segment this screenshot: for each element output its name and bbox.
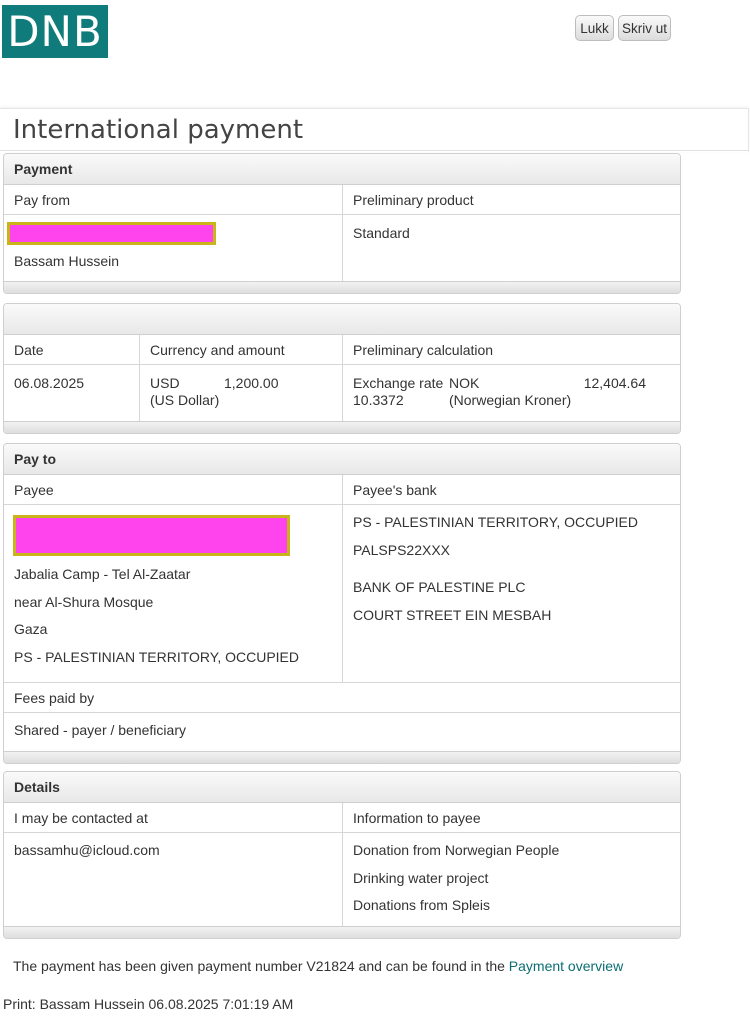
payees-bank-label: Payee's bank <box>342 475 680 504</box>
fees-paid-by-label: Fees paid by <box>14 689 95 706</box>
info-line: Drinking water project <box>353 869 489 886</box>
date-value: 06.08.2025 <box>14 375 85 391</box>
information-to-payee-value: Donation from Norwegian People Drinking … <box>342 833 680 926</box>
payee-label: Payee <box>14 481 54 498</box>
payee-address-line: near Al-Shura Mosque <box>14 593 154 610</box>
details-section: Details I may be contacted at Informatio… <box>3 771 681 939</box>
pay-to-section-header: Pay to <box>4 444 680 475</box>
contact-email: bassamhu@icloud.com <box>14 842 160 858</box>
contact-value: bassamhu@icloud.com <box>4 833 342 926</box>
preliminary-calculation-value: Exchange rate 10.3372 NOK 12,404.64 (Nor… <box>342 365 680 421</box>
payee-address-line: Gaza <box>14 621 48 637</box>
close-button[interactable]: Lukk <box>575 15 614 41</box>
payment-confirmation-message: The payment has been given payment numbe… <box>13 958 623 974</box>
pay-from-label: Pay from <box>14 191 71 208</box>
info-line: Donation from Norwegian People <box>353 842 560 858</box>
section-footer <box>4 751 680 763</box>
confirmation-text: The payment has been given payment numbe… <box>13 958 505 974</box>
information-to-payee-label: Information to payee <box>342 803 680 832</box>
bank-bic: PALSPS22XXX <box>353 541 451 558</box>
section-footer <box>4 281 680 293</box>
info-line: Donations from Spleis <box>353 897 490 913</box>
target-currency: NOK <box>449 375 480 391</box>
exchange-rate-label: Exchange rate <box>353 375 444 391</box>
page-title: International payment <box>13 115 304 145</box>
payee-value: Jabalia Camp - Tel Al-Zaatar near Al-Shu… <box>4 505 342 682</box>
amount-section: Date Currency and amount Preliminary cal… <box>3 303 681 434</box>
payment-overview-link[interactable]: Payment overview <box>509 958 623 974</box>
contact-label: I may be contacted at <box>14 809 148 826</box>
payee-address-line: Jabalia Camp - Tel Al-Zaatar <box>14 566 191 582</box>
dnb-logo: DNB <box>2 5 108 58</box>
currency-amount-value: USD 1,200.00 (US Dollar) <box>139 365 342 421</box>
currency-code: USD <box>150 375 180 391</box>
payment-section-header: Payment <box>4 154 680 185</box>
fees-paid-by-value: Shared - payer / beneficiary <box>14 722 186 738</box>
bank-name: BANK OF PALESTINE PLC <box>353 579 526 595</box>
redacted-payee <box>13 515 290 556</box>
date-label: Date <box>14 341 44 358</box>
title-divider <box>0 150 748 151</box>
bank-country: PS - PALESTINIAN TERRITORY, OCCUPIED <box>353 514 638 530</box>
section-footer <box>4 926 680 938</box>
pay-to-section: Pay to Payee Payee's bank Jabalia Camp -… <box>3 443 681 764</box>
pay-from-value: Bassam Hussein <box>4 215 342 281</box>
details-section-header: Details <box>4 772 680 803</box>
section-footer <box>4 421 680 433</box>
currency-name: (US Dollar) <box>150 392 220 408</box>
print-info: Print: Bassam Hussein 06.08.2025 7:01:19… <box>3 996 294 1012</box>
target-currency-name: (Norwegian Kroner) <box>449 392 572 408</box>
print-button[interactable]: Skriv ut <box>618 15 671 41</box>
currency-amount-label: Currency and amount <box>139 335 342 364</box>
payee-address-line: PS - PALESTINIAN TERRITORY, OCCUPIED <box>14 648 299 665</box>
exchange-rate-value: 10.3372 <box>353 392 404 408</box>
preliminary-product-label: Preliminary product <box>342 185 680 214</box>
preliminary-calculation-label: Preliminary calculation <box>342 335 680 364</box>
preliminary-product-value: Standard <box>342 215 680 281</box>
bank-address: COURT STREET EIN MESBAH <box>353 606 552 623</box>
redacted-account <box>7 222 216 245</box>
currency-amount: 1,200.00 <box>224 375 279 391</box>
pay-from-name: Bassam Hussein <box>14 253 120 269</box>
amount-section-header <box>4 304 680 335</box>
target-amount: 12,404.64 <box>583 375 646 391</box>
payment-section: Payment Pay from Preliminary product Bas… <box>3 153 681 294</box>
payees-bank-value: PS - PALESTINIAN TERRITORY, OCCUPIED PAL… <box>342 505 680 682</box>
